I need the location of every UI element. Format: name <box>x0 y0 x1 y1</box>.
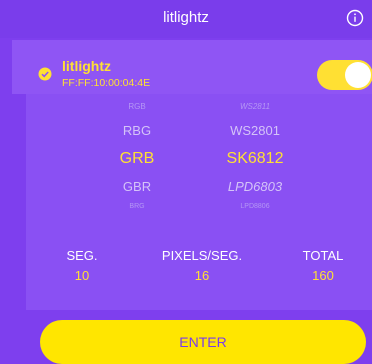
enter-button[interactable]: ENTER <box>40 320 366 364</box>
chip-option: WS2811 <box>239 102 271 111</box>
chip-selected: SK6812 <box>226 150 284 167</box>
color-order-option: GBR <box>122 179 152 194</box>
color-order-option: BRG <box>129 203 145 210</box>
seg-label: SEG. <box>66 248 98 263</box>
color-order-option: RGB <box>128 102 146 111</box>
device-toggle[interactable] <box>317 60 372 90</box>
toggle-knob <box>345 62 371 88</box>
check-icon <box>38 67 52 81</box>
seg-value[interactable]: 10 <box>75 268 89 283</box>
color-order-selected: GRB <box>119 150 155 167</box>
chip-option: LPD8806 <box>240 203 270 210</box>
total-value: 160 <box>312 268 334 283</box>
pixels-per-seg-value[interactable]: 16 <box>195 268 209 283</box>
device-item[interactable]: litlightz FF:FF:10:00:04:4E <box>12 40 372 94</box>
app-title: litlightz <box>163 9 209 26</box>
total-label: TOTAL <box>302 248 344 263</box>
device-mac: FF:FF:10:00:04:4E <box>62 77 151 89</box>
pixels-per-seg-label: PIXELS/SEG. <box>161 248 243 263</box>
chip-option: WS2801 <box>230 123 280 138</box>
chip-option: LPD6803 <box>227 179 283 194</box>
device-name: litlightz <box>62 58 111 74</box>
info-icon[interactable] <box>346 9 364 27</box>
app-header: litlightz <box>0 0 372 38</box>
color-order-option: RBG <box>122 123 152 138</box>
settings-panel: RGB WS2811 RBG WS2801 GRB SK6812 GBR LPD… <box>26 94 372 310</box>
